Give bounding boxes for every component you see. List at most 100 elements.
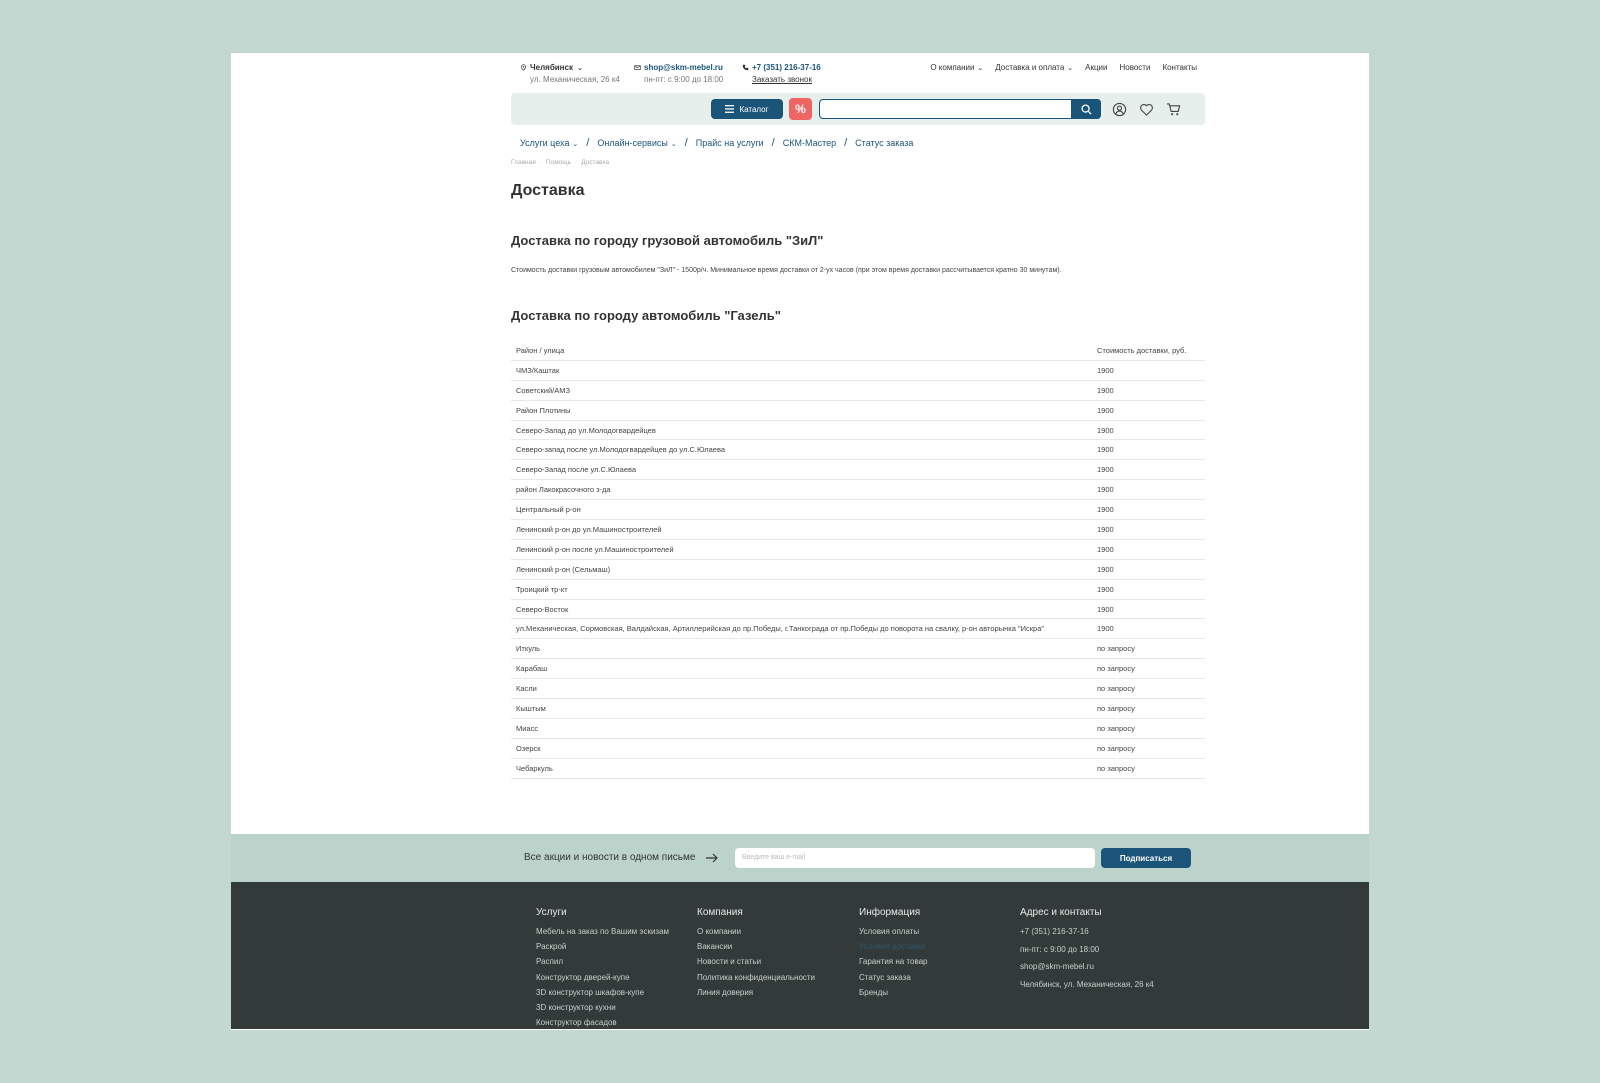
footer-link[interactable]: Гарантия на товар <box>859 957 928 972</box>
chevron-down-icon: ⌄ <box>1065 65 1074 72</box>
favorites-icon[interactable] <box>1139 102 1154 117</box>
cost-cell: 1900 <box>1097 485 1114 495</box>
callback-link[interactable]: Заказать звонок <box>752 75 812 84</box>
footer-col-info: Информация Условия оплаты Условия доставк… <box>859 907 928 1003</box>
nav-delivery[interactable]: Доставка и оплата ⌄ <box>995 63 1073 72</box>
district-cell: Касли <box>516 684 537 694</box>
subnav-price-list[interactable]: Прайс на услуги <box>696 138 764 148</box>
chevron-down-icon: ⌄ <box>570 141 579 148</box>
footer-link[interactable]: Конструктор фасадов <box>536 1018 669 1029</box>
nav-about[interactable]: О компании ⌄ <box>930 63 983 72</box>
subnav-order-status[interactable]: Статус заказа <box>855 138 913 148</box>
footer-col-contacts: Адрес и контакты +7 (351) 216-37-16 пн-пт… <box>1020 907 1154 997</box>
table-row: Иткуль по запросу <box>511 639 1205 660</box>
mail-icon <box>634 65 641 70</box>
district-cell: ул.Механическая, Сормовская, Валдайская,… <box>516 624 1045 634</box>
table-row: Миасс по запросу <box>511 719 1205 739</box>
footer-link[interactable]: Условия доставки <box>859 942 928 957</box>
district-cell: район Лакокрасочного з-да <box>516 485 611 495</box>
footer-link[interactable]: Мебель на заказ по Вашим эскизам <box>536 927 669 942</box>
section-title-gazel: Доставка по городу автомобиль "Газель" <box>511 308 781 323</box>
cost-cell: по запросу <box>1097 684 1135 694</box>
breadcrumb-separator: · <box>539 159 542 166</box>
email-field[interactable]: Введите ваш e-mail <box>735 848 1095 868</box>
breadcrumb-separator: · <box>575 159 578 166</box>
cost-cell: 1900 <box>1097 584 1114 594</box>
footer-link[interactable]: пн-пт: с 9:00 до 18:00 <box>1020 945 1154 963</box>
search-button[interactable] <box>1071 99 1101 119</box>
chevron-down-icon: ⌄ <box>576 64 583 72</box>
footer-link[interactable]: Челябинск, ул. Механическая, 26 к4 <box>1020 980 1154 998</box>
breadcrumb-home[interactable]: Главная <box>511 159 536 166</box>
account-icon[interactable] <box>1112 102 1127 117</box>
footer-col-title: Информация <box>859 907 921 918</box>
footer-col-title: Адрес и контакты <box>1020 907 1102 918</box>
footer-link[interactable]: Новости и статьи <box>697 957 815 972</box>
cost-cell: 1900 <box>1097 604 1114 614</box>
footer-link[interactable]: Линия доверия <box>697 988 815 1003</box>
subscribe-button[interactable]: Подписаться <box>1101 848 1191 868</box>
breadcrumb: Главная · Помощь · Доставка <box>511 159 609 166</box>
arrow-right-icon <box>706 853 719 862</box>
footer-link[interactable]: Статус заказа <box>859 973 928 988</box>
district-cell: Северо-Запад до ул.Молодогвардейцев <box>516 425 656 435</box>
table-row: Северо-Запад после ул.С.Юлаева 1900 <box>511 460 1205 481</box>
district-cell: Иткуль <box>516 644 541 654</box>
table-row: Ленинский р-он (Сельмаш) 1900 <box>511 560 1205 580</box>
footer-link[interactable]: Раскрой <box>536 942 669 957</box>
catalog-label: Каталог <box>739 104 769 114</box>
catalog-button[interactable]: Каталог <box>711 99 783 119</box>
cost-cell: 1900 <box>1097 524 1114 534</box>
cost-cell: 1900 <box>1097 465 1114 475</box>
subnav-workshop-services[interactable]: Услуги цеха ⌄ <box>520 138 578 148</box>
footer-link[interactable]: Распил <box>536 957 669 972</box>
district-cell: Озерск <box>516 743 541 753</box>
table-row: Карабаш по запросу <box>511 659 1205 680</box>
email-link[interactable]: shop@skm-mebel.ru <box>644 63 723 72</box>
cost-cell: по запросу <box>1097 703 1135 713</box>
footer-link[interactable]: 3D конструктор кухни <box>536 1003 669 1018</box>
district-cell: Миасс <box>516 723 539 733</box>
nav-promotions[interactable]: Акции <box>1085 63 1107 72</box>
header-icons <box>1112 102 1181 117</box>
district-cell: Ленинский р-он после ул.Машиностроителей <box>516 544 674 554</box>
cost-cell: по запросу <box>1097 644 1135 654</box>
footer: Услуги Мебель на заказ по Вашим эскизам Р… <box>231 882 1369 1029</box>
nav-contacts[interactable]: Контакты <box>1162 63 1197 72</box>
phone-icon <box>742 64 749 71</box>
footer-link[interactable]: Вакансии <box>697 942 815 957</box>
footer-link[interactable]: +7 (351) 216-37-16 <box>1020 927 1154 945</box>
subnav-online-services[interactable]: Онлайн-сервисы ⌄ <box>597 138 676 148</box>
district-cell: Северо-запад после ул.Молодогвардейцев д… <box>516 445 726 455</box>
cost-cell: 1900 <box>1097 505 1114 515</box>
table-row: Кыштым по запросу <box>511 699 1205 719</box>
district-cell: Советский/АМЗ <box>516 385 571 395</box>
chevron-down-icon: ⌄ <box>975 65 984 72</box>
table-row: Ленинский р-он после ул.Машиностроителей… <box>511 540 1205 560</box>
subnav-master[interactable]: СКМ-Мастер <box>783 138 836 148</box>
footer-col-title: Компания <box>697 907 743 918</box>
breadcrumb-help[interactable]: Помощь <box>546 159 571 166</box>
district-cell: Северо-Запад после ул.С.Юлаева <box>516 465 637 475</box>
district-cell: Северо-Восток <box>516 604 569 614</box>
promo-button[interactable]: % <box>789 98 812 120</box>
cost-cell: по запросу <box>1097 763 1135 773</box>
separator: / <box>684 137 688 149</box>
footer-link[interactable]: Бренды <box>859 988 928 1003</box>
footer-link[interactable]: 3D конструктор шкафов-купе <box>536 988 669 1003</box>
footer-link[interactable]: О компании <box>697 927 815 942</box>
table-row: Ленинский р-он до ул.Машиностроителей 190… <box>511 520 1205 540</box>
footer-link[interactable]: Условия оплаты <box>859 927 928 942</box>
nav-news[interactable]: Новости <box>1119 63 1150 72</box>
subscribe-label: Все акции и новости в одном письме <box>524 852 696 863</box>
top-nav: О компании ⌄ Доставка и оплата ⌄ Акции Н… <box>930 63 1197 72</box>
search-input[interactable] <box>819 99 1101 119</box>
phone-link[interactable]: +7 (351) 216-37-16 <box>752 63 821 72</box>
city-selector[interactable]: Челябинск ⌄ ул. Механическая, 26 к4 <box>520 63 620 84</box>
table-row: ЧМЗ/Каштак 1900 <box>511 361 1205 381</box>
footer-link[interactable]: Конструктор дверей-купе <box>536 973 669 988</box>
cart-icon[interactable] <box>1166 102 1181 117</box>
table-row: Касли по запросу <box>511 679 1205 700</box>
footer-link[interactable]: shop@skm-mebel.ru <box>1020 962 1154 980</box>
footer-link[interactable]: Политика конфиденциальности <box>697 973 815 988</box>
